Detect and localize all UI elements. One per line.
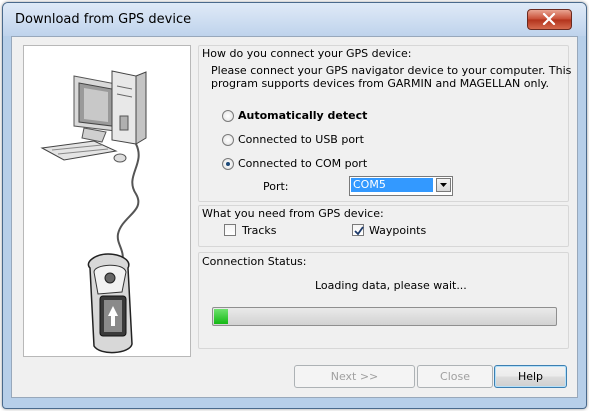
needs-group-label: What you need from GPS device: xyxy=(202,207,384,220)
dialog-window: Download from GPS device How do you conn… xyxy=(2,2,587,409)
waypoints-label[interactable]: Waypoints xyxy=(369,224,426,237)
next-button[interactable]: Next >> xyxy=(294,365,415,388)
tracks-label[interactable]: Tracks xyxy=(242,224,277,237)
window-title: Download from GPS device xyxy=(15,12,192,27)
checkmark-icon xyxy=(354,226,364,236)
port-select[interactable]: COM5 xyxy=(349,176,453,196)
connect-group-label: How do you connect your GPS device: xyxy=(202,47,412,60)
port-select-value: COM5 xyxy=(351,178,433,192)
status-group-label: Connection Status: xyxy=(202,255,307,268)
gps-device-icon xyxy=(87,253,133,354)
close-window-button[interactable] xyxy=(527,9,572,30)
usb-port-label[interactable]: Connected to USB port xyxy=(238,133,364,146)
status-message: Loading data, please wait... xyxy=(315,279,467,292)
chevron-down-icon xyxy=(440,183,447,187)
help-button[interactable]: Help xyxy=(494,365,567,388)
close-button[interactable]: Close xyxy=(417,365,493,388)
usb-port-radio[interactable] xyxy=(222,134,234,146)
com-port-label[interactable]: Connected to COM port xyxy=(238,157,367,170)
connect-description-line2: program supports devices from GARMIN and… xyxy=(211,77,549,90)
progress-fill xyxy=(214,309,228,324)
device-illustration-panel xyxy=(23,45,191,357)
auto-detect-radio[interactable] xyxy=(222,110,234,122)
port-label: Port: xyxy=(263,180,289,193)
close-icon xyxy=(542,13,556,25)
dialog-client-area: How do you connect your GPS device: Plea… xyxy=(11,36,578,398)
tracks-checkbox[interactable] xyxy=(224,224,236,236)
port-select-dropdown-button[interactable] xyxy=(436,178,451,192)
com-port-radio[interactable] xyxy=(222,158,234,170)
connect-description-line1: Please connect your GPS navigator device… xyxy=(211,64,572,77)
waypoints-checkbox[interactable] xyxy=(352,224,364,236)
computer-icon xyxy=(40,70,147,163)
auto-detect-label[interactable]: Automatically detect xyxy=(238,109,367,122)
download-progress-bar xyxy=(212,307,557,326)
title-bar[interactable]: Download from GPS device xyxy=(3,3,586,36)
computer-and-gps-illustration xyxy=(40,70,147,354)
